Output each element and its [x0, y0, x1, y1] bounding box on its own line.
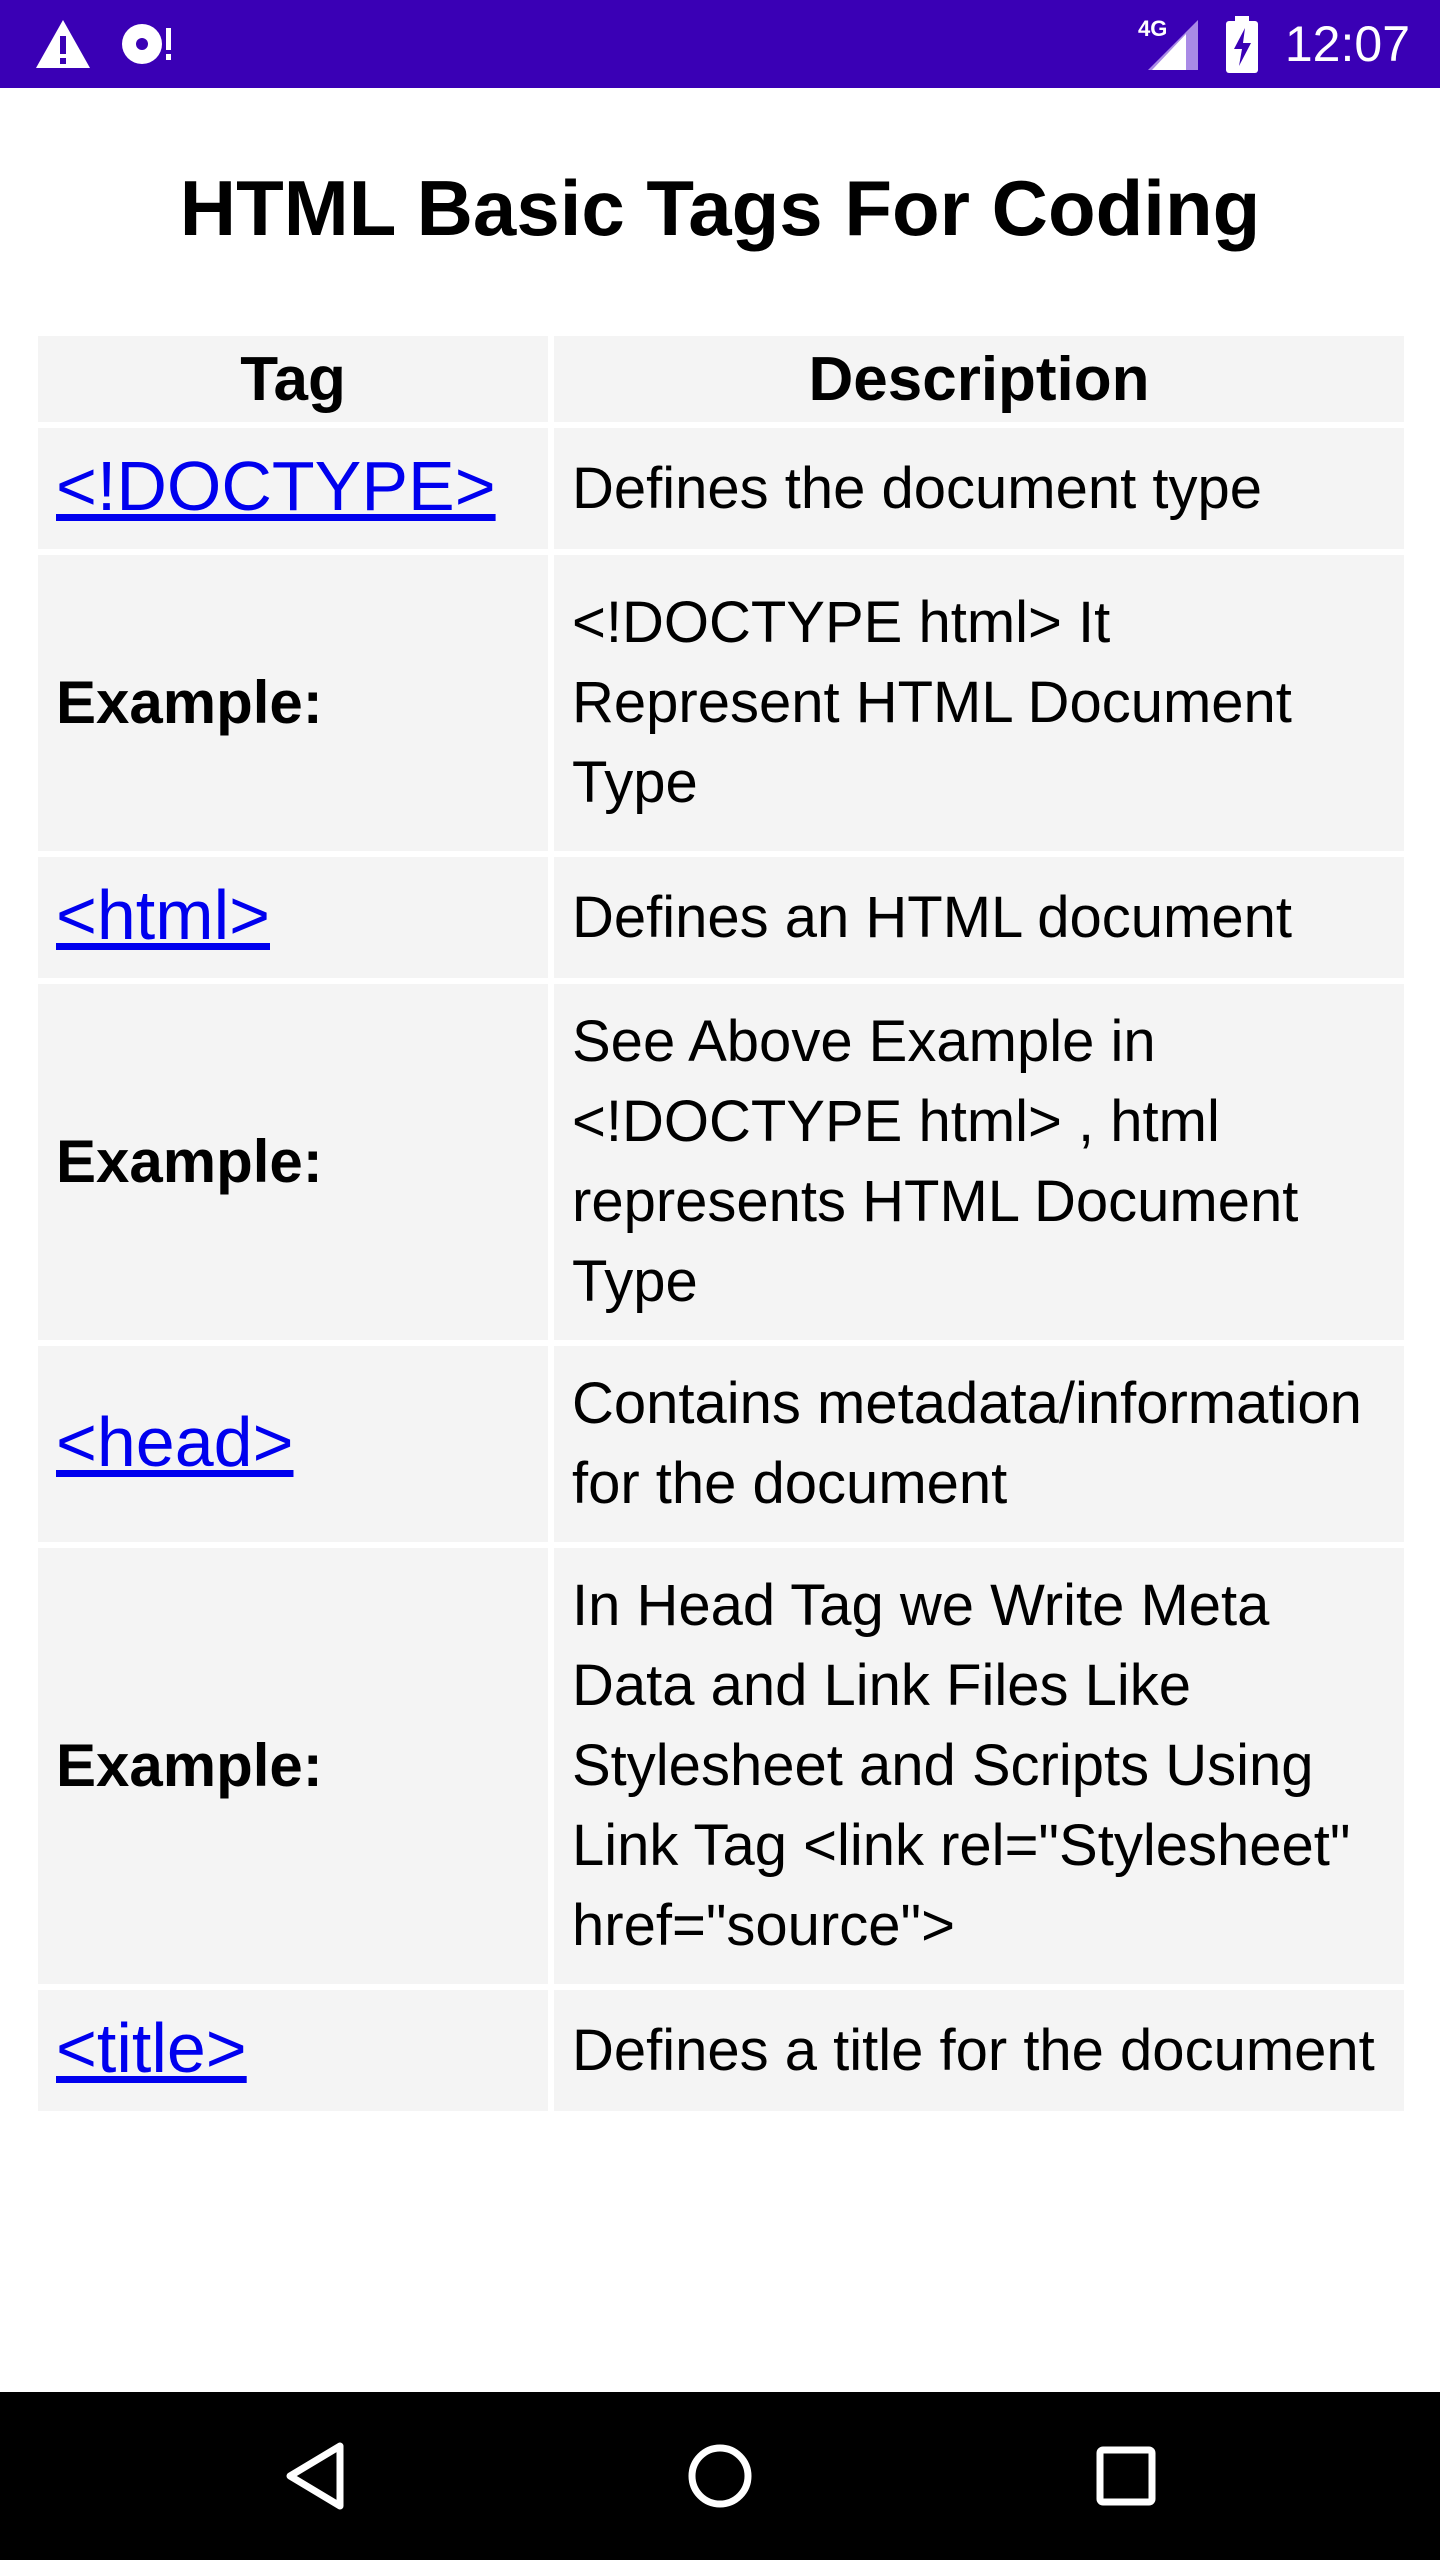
table-header-row: Tag Description — [38, 336, 1404, 422]
description-cell: <!DOCTYPE html> It Represent HTML Docume… — [554, 555, 1404, 851]
tag-link-html[interactable]: <html> — [56, 876, 270, 954]
disc-notification-icon — [118, 18, 178, 74]
example-label: Example: — [56, 1731, 323, 1799]
tag-cell: Example: — [38, 555, 548, 851]
back-icon[interactable] — [276, 2436, 356, 2516]
example-label: Example: — [56, 1127, 323, 1195]
description-cell: Defines the document type — [554, 428, 1404, 549]
recents-icon[interactable] — [1086, 2436, 1166, 2516]
tag-cell: <!DOCTYPE> — [38, 428, 548, 549]
tag-cell: <head> — [38, 1346, 548, 1542]
description-cell: Contains metadata/information for the do… — [554, 1346, 1404, 1542]
page-title: HTML Basic Tags For Coding — [179, 164, 1261, 252]
navigation-bar — [0, 2392, 1440, 2560]
tag-cell: <title> — [38, 1990, 548, 2111]
header-tag: Tag — [38, 336, 548, 422]
table-row: Example: See Above Example in <!DOCTYPE … — [38, 984, 1404, 1340]
status-time: 12:07 — [1284, 16, 1410, 72]
header-description: Description — [554, 336, 1404, 422]
warning-icon — [34, 18, 92, 74]
table-row: <html> Defines an HTML document — [38, 857, 1404, 978]
description-cell: Defines a title for the document — [554, 1990, 1404, 2111]
tag-cell: Example: — [38, 984, 548, 1340]
tag-link-title[interactable]: <title> — [56, 2009, 247, 2087]
description-cell: In Head Tag we Write Meta Data and Link … — [554, 1548, 1404, 1984]
table-row: Example: In Head Tag we Write Meta Data … — [38, 1548, 1404, 1984]
home-icon[interactable] — [680, 2436, 760, 2516]
description-cell: See Above Example in <!DOCTYPE html> , h… — [554, 984, 1404, 1340]
signal-icon: 4G — [1138, 14, 1204, 78]
table-row: Example: <!DOCTYPE html> It Represent HT… — [38, 555, 1404, 851]
tag-cell: Example: — [38, 1548, 548, 1984]
table-row: <title> Defines a title for the document — [38, 1990, 1404, 2111]
tag-link-head[interactable]: <head> — [56, 1403, 293, 1481]
tag-link-doctype[interactable]: <!DOCTYPE> — [56, 447, 496, 525]
content-webview[interactable]: HTML Basic Tags For Coding Tag Descripti… — [0, 88, 1440, 2392]
status-bar: 4G 12:07 — [0, 0, 1440, 88]
tag-cell: <html> — [38, 857, 548, 978]
example-label: Example: — [56, 668, 323, 736]
table-row: <head> Contains metadata/information for… — [38, 1346, 1404, 1542]
battery-charging-icon — [1224, 16, 1260, 78]
svg-text:4G: 4G — [1138, 16, 1167, 41]
description-cell: Defines an HTML document — [554, 857, 1404, 978]
tags-table: Tag Description <!DOCTYPE> Defines the d… — [32, 330, 1410, 2117]
table-row: <!DOCTYPE> Defines the document type — [38, 428, 1404, 549]
